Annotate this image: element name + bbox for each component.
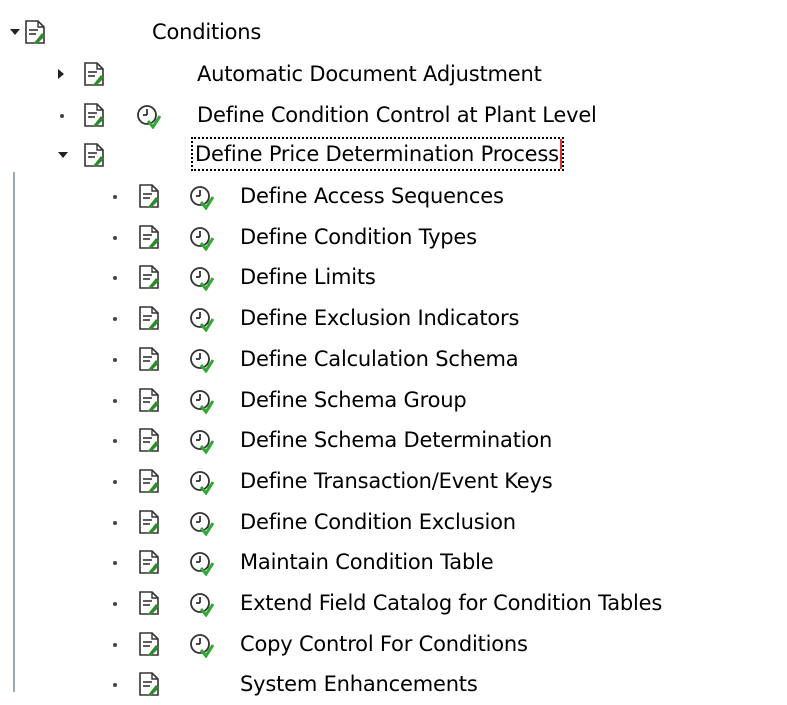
document-icon[interactable] (138, 183, 160, 209)
tree-node-label[interactable]: Define Exclusion Indicators (240, 303, 519, 333)
leaf-bullet-icon (110, 555, 122, 569)
tree-node-child[interactable]: Copy Control For Conditions (0, 625, 787, 665)
tree-node-define-condition-control[interactable]: Define Condition Control at Plant Level (0, 96, 787, 136)
tree-node-label[interactable]: Conditions (152, 17, 261, 47)
tree-node-label[interactable]: Define Access Sequences (240, 181, 504, 211)
tree-node-label[interactable]: Define Condition Types (240, 222, 477, 252)
document-icon (83, 142, 105, 168)
tree-node-label[interactable]: Define Schema Determination (240, 425, 552, 455)
tree-node-label[interactable]: Define Transaction/Event Keys (240, 466, 553, 496)
tree-node-label[interactable]: Define Limits (240, 262, 376, 292)
execute-clock-icon[interactable] (188, 347, 215, 374)
tree-node-label[interactable]: Define Condition Exclusion (240, 507, 516, 537)
document-icon (24, 19, 46, 45)
execute-clock-icon[interactable] (135, 103, 162, 130)
tree-node-label[interactable]: Extend Field Catalog for Condition Table… (240, 588, 662, 618)
tree-node-conditions[interactable]: Conditions (0, 13, 787, 53)
tree-node-label[interactable]: Define Condition Control at Plant Level (197, 100, 597, 130)
expanded-triangle-icon[interactable] (9, 25, 21, 39)
leaf-bullet-icon (110, 352, 122, 366)
tree-node-child[interactable]: Extend Field Catalog for Condition Table… (0, 584, 787, 624)
leaf-bullet-icon (110, 474, 122, 488)
tree-node-label[interactable]: Define Calculation Schema (240, 344, 519, 374)
leaf-bullet-icon (110, 433, 122, 447)
tree-node-child[interactable]: Define Schema Determination (0, 421, 787, 461)
document-icon[interactable] (138, 264, 160, 290)
tree-node-label[interactable]: Copy Control For Conditions (240, 629, 528, 659)
execute-clock-icon[interactable] (188, 306, 215, 333)
tree-node-child[interactable]: Define Transaction/Event Keys (0, 462, 787, 502)
execute-clock-icon[interactable] (188, 632, 215, 659)
execute-clock-icon[interactable] (188, 469, 215, 496)
execute-clock-icon[interactable] (188, 184, 215, 211)
tree-node-label[interactable]: System Enhancements (240, 669, 478, 699)
leaf-bullet-icon (110, 637, 122, 651)
execute-clock-icon[interactable] (188, 428, 215, 455)
tree-node-child[interactable]: Define Access Sequences (0, 177, 787, 217)
tree-node-child[interactable]: Define Exclusion Indicators (0, 299, 787, 339)
leaf-bullet-icon (110, 677, 122, 691)
tree-node-child[interactable]: Define Condition Exclusion (0, 503, 787, 543)
document-icon[interactable] (138, 631, 160, 657)
tree-node-automatic-document-adjustment[interactable]: Automatic Document Adjustment (0, 55, 787, 95)
document-icon[interactable] (138, 509, 160, 535)
tree-node-child[interactable]: Define Limits (0, 258, 787, 298)
tree-node-label-selected[interactable]: Define Price Determination Process (191, 137, 564, 171)
leaf-bullet-icon (110, 596, 122, 610)
document-icon[interactable] (138, 590, 160, 616)
execute-clock-icon[interactable] (188, 591, 215, 618)
tree-node-child[interactable]: Define Condition Types (0, 218, 787, 258)
document-icon[interactable] (138, 224, 160, 250)
document-icon[interactable] (138, 346, 160, 372)
document-icon[interactable] (138, 671, 160, 697)
document-icon[interactable] (138, 427, 160, 453)
leaf-bullet-icon (110, 515, 122, 529)
collapsed-triangle-icon[interactable] (55, 67, 67, 81)
execute-clock-icon[interactable] (188, 510, 215, 537)
leaf-bullet-icon (110, 393, 122, 407)
img-tree: Conditions Automatic Document Adjustment (0, 0, 787, 696)
document-icon[interactable] (138, 305, 160, 331)
execute-clock-icon[interactable] (188, 265, 215, 292)
leaf-bullet-icon (110, 189, 122, 203)
document-icon (83, 61, 105, 87)
tree-node-child[interactable]: Maintain Condition Table (0, 543, 787, 583)
expanded-triangle-icon[interactable] (57, 148, 69, 162)
execute-clock-icon[interactable] (188, 388, 215, 415)
document-icon[interactable] (83, 102, 105, 128)
tree-node-label[interactable]: Define Schema Group (240, 385, 467, 415)
tree-node-label[interactable]: Maintain Condition Table (240, 547, 494, 577)
document-icon[interactable] (138, 387, 160, 413)
tree-node-label[interactable]: Automatic Document Adjustment (197, 59, 542, 89)
leaf-bullet-icon (57, 108, 69, 122)
execute-clock-icon[interactable] (188, 225, 215, 252)
leaf-bullet-icon (110, 311, 122, 325)
document-icon[interactable] (138, 549, 160, 575)
tree-node-child[interactable]: Define Calculation Schema (0, 340, 787, 380)
leaf-bullet-icon (110, 230, 122, 244)
tree-node-child[interactable]: Define Schema Group (0, 381, 787, 421)
tree-node-child[interactable]: System Enhancements (0, 665, 787, 705)
execute-clock-icon[interactable] (188, 550, 215, 577)
leaf-bullet-icon (110, 270, 122, 284)
document-icon[interactable] (138, 468, 160, 494)
tree-node-define-price-determination[interactable]: Define Price Determination Process (0, 136, 787, 176)
